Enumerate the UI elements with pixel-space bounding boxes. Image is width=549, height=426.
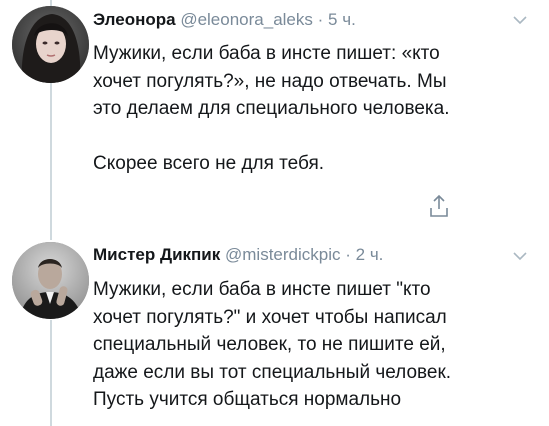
timestamp[interactable]: 2 ч.: [356, 245, 384, 264]
avatar-misterdickpic[interactable]: [12, 242, 89, 319]
chevron-down-icon: [513, 16, 527, 25]
timestamp[interactable]: 5 ч.: [328, 10, 356, 29]
user-avatar-woman-icon: [12, 6, 89, 83]
tweet-text-line: хочет погулять?», не надо отвечать. Мы: [93, 70, 447, 92]
tweet-text-line: хочет погулять?" и хочет чтобы написал: [93, 306, 447, 328]
tweet-menu-button[interactable]: [512, 250, 528, 262]
tweet-body: Мужики, если баба в инсте пишет "кто хоч…: [93, 276, 533, 414]
display-name[interactable]: Элеонора: [93, 10, 176, 29]
avatar-eleonora[interactable]: [12, 6, 89, 83]
user-avatar-man-icon: [12, 242, 89, 319]
tweet-text-line: это делаем для специального человека.: [93, 98, 450, 119]
separator-dot: ·: [317, 10, 324, 29]
tweet-header: Элеонора @eleonora_aleks · 5 ч.: [93, 10, 356, 30]
tweet-text-line: [93, 123, 533, 151]
user-handle[interactable]: @misterdickpic: [225, 245, 341, 264]
display-name[interactable]: Мистер Дикпик: [93, 245, 220, 264]
tweet-body: Мужики, если баба в инсте пишет: «кто хо…: [93, 40, 533, 178]
share-button[interactable]: [428, 194, 450, 218]
tweet-menu-button[interactable]: [512, 14, 528, 26]
thread-line-bottom: [50, 320, 52, 426]
separator-dot: ·: [345, 245, 351, 264]
tweet-text-line: Мужики, если баба в инсте пишет: «кто: [93, 43, 440, 64]
chevron-down-icon: [513, 252, 527, 261]
share-icon: [430, 194, 448, 217]
tweet-text-line: Скорее всего не для тебя.: [93, 153, 325, 174]
tweet-text-line: Пусть учится общаться нормально: [93, 389, 402, 410]
user-handle[interactable]: @eleonora_aleks: [180, 10, 313, 29]
tweet-text-line: специальный человек, то не пишите ей,: [93, 334, 446, 355]
tweet-text-line: Мужики, если баба в инсте пишет "кто: [93, 279, 431, 300]
tweet-text-line: даже если вы тот специальный человек.: [93, 361, 452, 383]
tweet-header: Мистер Дикпик @misterdickpic · 2 ч.: [93, 245, 383, 265]
thread-line-middle: [50, 82, 52, 240]
